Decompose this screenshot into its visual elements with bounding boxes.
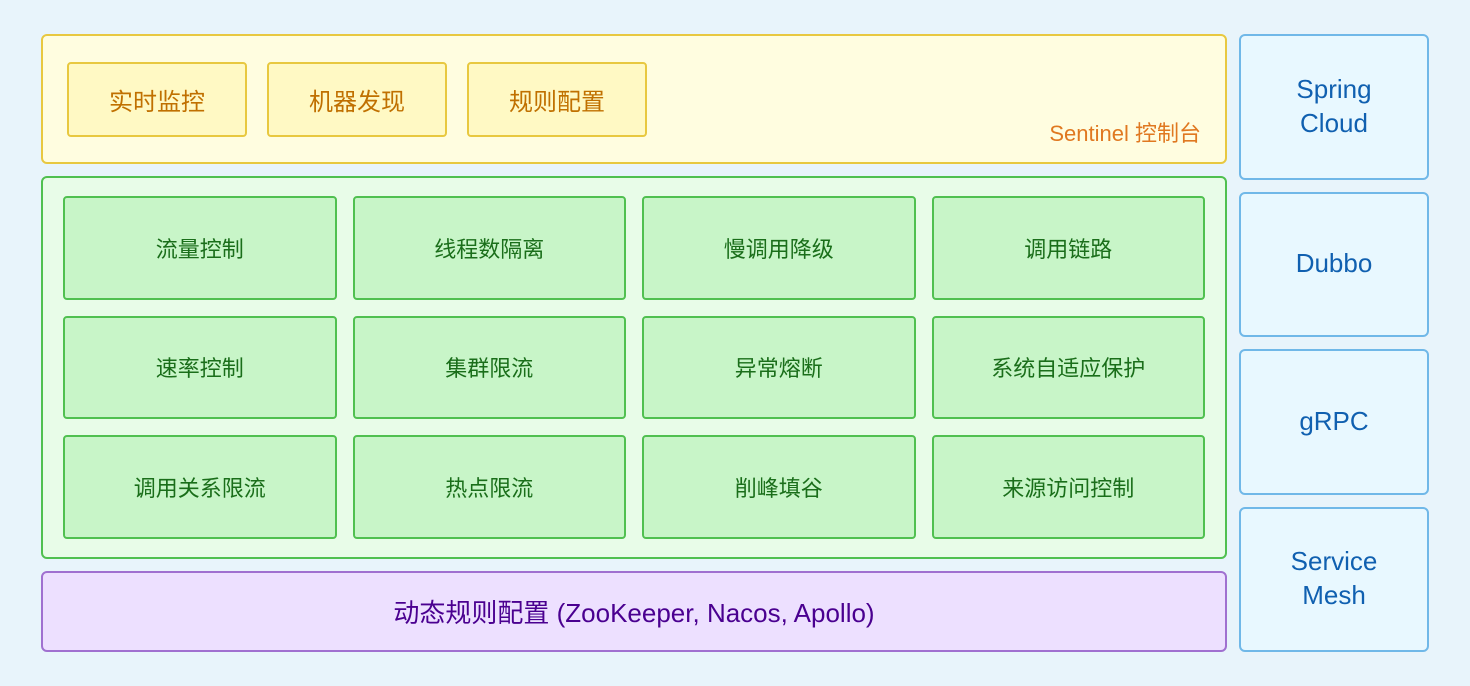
service-mesh-box: Service Mesh: [1239, 507, 1429, 653]
cluster-limit-box: 集群限流: [353, 316, 627, 420]
system-adaptive-box: 系统自适应保护: [932, 316, 1206, 420]
sentinel-label: Sentinel 控制台: [1049, 116, 1201, 148]
dubbo-box: Dubbo: [1239, 192, 1429, 338]
main-panel: 实时监控 机器发现 规则配置 Sentinel 控制台 流量控制 线程数隔离 慢…: [41, 34, 1227, 652]
flow-control-box: 流量控制: [63, 196, 337, 300]
grpc-box: gRPC: [1239, 349, 1429, 495]
rate-control-box: 速率控制: [63, 316, 337, 420]
slow-call-degrade-box: 慢调用降级: [642, 196, 916, 300]
dynamic-rules-panel: 动态规则配置 (ZooKeeper, Nacos, Apollo): [41, 571, 1227, 652]
rule-config-box: 规则配置: [467, 62, 647, 137]
relation-limit-box: 调用关系限流: [63, 435, 337, 539]
call-chain-box: 调用链路: [932, 196, 1206, 300]
sidebar: Spring Cloud Dubbo gRPC Service Mesh: [1239, 34, 1429, 652]
thread-isolation-box: 线程数隔离: [353, 196, 627, 300]
realtime-monitoring-box: 实时监控: [67, 62, 247, 137]
exception-circuit-box: 异常熔断: [642, 316, 916, 420]
machine-discovery-box: 机器发现: [267, 62, 447, 137]
sentinel-panel: 实时监控 机器发现 规则配置 Sentinel 控制台: [41, 34, 1227, 164]
spring-cloud-box: Spring Cloud: [1239, 34, 1429, 180]
peak-shaving-box: 削峰填谷: [642, 435, 916, 539]
main-container: 实时监控 机器发现 规则配置 Sentinel 控制台 流量控制 线程数隔离 慢…: [25, 18, 1445, 668]
source-access-box: 来源访问控制: [932, 435, 1206, 539]
features-panel: 流量控制 线程数隔离 慢调用降级 调用链路 速率控制 集群限流 异常熔断 系统自…: [41, 176, 1227, 559]
hotspot-limit-box: 热点限流: [353, 435, 627, 539]
